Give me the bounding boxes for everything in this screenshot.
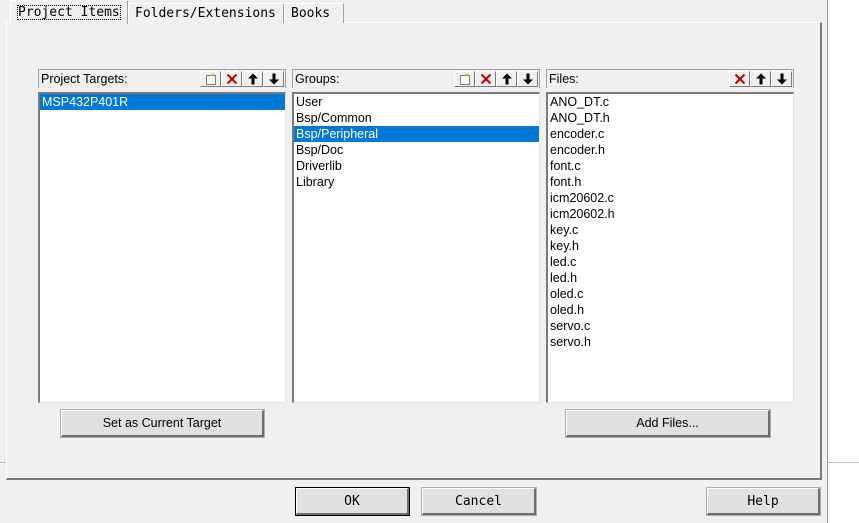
- new-target-button[interactable]: [200, 71, 221, 87]
- arrow-up-icon: [247, 73, 258, 85]
- tab-label: Books: [291, 6, 331, 21]
- target-list-item[interactable]: MSP432P401R: [40, 94, 285, 110]
- arrow-down-icon: [776, 73, 787, 85]
- new-item-icon: [205, 73, 216, 85]
- set-current-target-button[interactable]: Set as Current Target: [60, 409, 265, 438]
- file-list-item[interactable]: servo.c: [548, 318, 793, 334]
- delete-icon: [480, 73, 491, 85]
- file-list-item[interactable]: ANO_DT.c: [548, 94, 793, 110]
- groups-header: Groups:: [292, 69, 540, 88]
- file-list-item[interactable]: encoder.c: [548, 126, 793, 142]
- file-list-item[interactable]: servo.h: [548, 334, 793, 350]
- group-list-item[interactable]: Bsp/Doc: [294, 142, 539, 158]
- file-list-item[interactable]: oled.h: [548, 302, 793, 318]
- delete-icon: [226, 73, 237, 85]
- group-list-item[interactable]: Bsp/Peripheral: [294, 126, 539, 142]
- arrow-down-icon: [268, 73, 279, 85]
- move-group-down-button[interactable]: [517, 71, 538, 87]
- project-targets-toolbar: [200, 71, 284, 87]
- arrow-down-icon: [522, 73, 533, 85]
- file-list-item[interactable]: key.c: [548, 222, 793, 238]
- tab-label: Project Items: [17, 5, 121, 20]
- groups-toolbar: [454, 71, 538, 87]
- delete-file-button[interactable]: [729, 71, 750, 87]
- project-targets-title: Project Targets:: [41, 72, 128, 86]
- tab-label: Folders/Extensions: [135, 6, 276, 21]
- arrow-up-icon: [501, 73, 512, 85]
- background-window-strip: [828, 0, 859, 523]
- ok-button[interactable]: OK: [295, 487, 410, 516]
- file-list-item[interactable]: led.h: [548, 270, 793, 286]
- file-list-item[interactable]: key.h: [548, 238, 793, 254]
- file-list-item[interactable]: icm20602.c: [548, 190, 793, 206]
- files-list[interactable]: ANO_DT.c ANO_DT.h encoder.c encoder.h font.c…: [546, 92, 794, 403]
- group-list-item[interactable]: Library: [294, 174, 539, 190]
- groups-list[interactable]: User Bsp/Common Bsp/Peripheral Bsp/Doc Drive…: [292, 92, 540, 403]
- move-target-up-button[interactable]: [242, 71, 263, 87]
- delete-icon: [734, 73, 745, 85]
- arrow-up-icon: [755, 73, 766, 85]
- new-item-icon: [459, 73, 470, 85]
- move-file-up-button[interactable]: [750, 71, 771, 87]
- file-list-item[interactable]: led.c: [548, 254, 793, 270]
- move-file-down-button[interactable]: [771, 71, 792, 87]
- file-list-item[interactable]: oled.c: [548, 286, 793, 302]
- new-group-button[interactable]: [454, 71, 475, 87]
- group-list-item[interactable]: Driverlib: [294, 158, 539, 174]
- files-header: Files:: [546, 69, 794, 88]
- move-target-down-button[interactable]: [263, 71, 284, 87]
- tab-books[interactable]: Books: [284, 3, 344, 23]
- file-list-item[interactable]: ANO_DT.h: [548, 110, 793, 126]
- add-files-button[interactable]: Add Files...: [565, 409, 771, 438]
- file-list-item[interactable]: encoder.h: [548, 142, 793, 158]
- tab-folders-extensions[interactable]: Folders/Extensions: [128, 3, 284, 23]
- delete-group-button[interactable]: [475, 71, 496, 87]
- background-divider: [828, 462, 859, 463]
- delete-target-button[interactable]: [221, 71, 242, 87]
- cancel-button[interactable]: Cancel: [421, 487, 537, 516]
- move-group-up-button[interactable]: [496, 71, 517, 87]
- files-title: Files:: [549, 72, 579, 86]
- project-targets-header: Project Targets:: [38, 69, 286, 88]
- tab-project-items[interactable]: Project Items: [10, 0, 128, 24]
- group-list-item[interactable]: Bsp/Common: [294, 110, 539, 126]
- file-list-item[interactable]: font.c: [548, 158, 793, 174]
- group-list-item[interactable]: User: [294, 94, 539, 110]
- help-button[interactable]: Help: [706, 487, 821, 516]
- groups-title: Groups:: [295, 72, 340, 86]
- files-toolbar: [729, 71, 792, 87]
- project-targets-list[interactable]: MSP432P401R: [38, 92, 286, 403]
- file-list-item[interactable]: icm20602.h: [548, 206, 793, 222]
- file-list-item[interactable]: font.h: [548, 174, 793, 190]
